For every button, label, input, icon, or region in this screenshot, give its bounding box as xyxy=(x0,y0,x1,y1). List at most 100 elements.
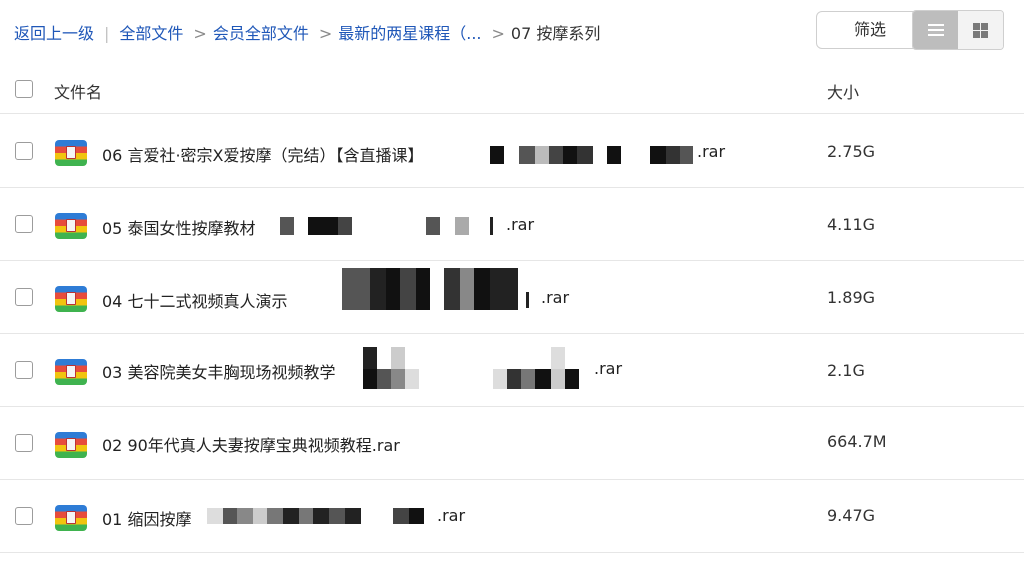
rar-archive-icon xyxy=(55,505,87,531)
file-size: 4.11G xyxy=(827,215,876,234)
redaction-block xyxy=(519,146,535,164)
table-row[interactable]: 01 缩因按摩 .rar 9.47G xyxy=(0,480,1024,553)
file-size: 9.47G xyxy=(827,506,876,525)
file-extension: .rar xyxy=(437,506,466,525)
redaction-block xyxy=(280,217,294,235)
redaction-block xyxy=(377,369,391,389)
column-header-size[interactable]: 大小 xyxy=(827,79,859,103)
redaction-block xyxy=(393,508,409,524)
redaction-block xyxy=(551,347,565,369)
redaction-block xyxy=(490,268,518,310)
list-view-button[interactable] xyxy=(913,11,958,49)
redaction-block xyxy=(535,146,549,164)
rar-archive-icon xyxy=(55,213,87,239)
breadcrumb: 返回上一级 | 全部文件 > 会员全部文件 > 最新的两星课程（... >07 按摩系列 xyxy=(14,20,600,44)
redaction-block xyxy=(535,369,551,389)
redaction-block xyxy=(455,217,469,235)
redaction-block xyxy=(345,508,361,524)
breadcrumb-current-folder: 07 按摩系列 xyxy=(510,24,601,43)
row-checkbox[interactable] xyxy=(15,434,33,452)
redaction-block xyxy=(370,268,386,310)
file-name[interactable]: 05 泰国女性按摩教材 xyxy=(102,215,255,239)
file-size: 2.75G xyxy=(827,142,876,161)
row-checkbox[interactable] xyxy=(15,361,33,379)
table-row[interactable]: 04 七十二式视频真人演示 .rar 1.89G xyxy=(0,261,1024,334)
view-toggle xyxy=(912,10,1004,50)
redaction-block xyxy=(386,268,400,310)
redaction-block xyxy=(329,508,345,524)
file-extension: .rar xyxy=(506,215,535,234)
redaction-block xyxy=(460,268,474,310)
rar-archive-icon xyxy=(55,432,87,458)
redaction-block xyxy=(563,146,577,164)
table-row[interactable]: 02 90年代真人夫妻按摩宝典视频教程.rar 664.7M xyxy=(0,407,1024,480)
redaction-block xyxy=(526,292,529,308)
redaction-block xyxy=(223,508,237,524)
table-row[interactable]: 05 泰国女性按摩教材 .rar 4.11G xyxy=(0,188,1024,261)
file-extension: .rar xyxy=(697,142,726,161)
redaction-block xyxy=(565,369,579,389)
file-size: 1.89G xyxy=(827,288,876,307)
file-name[interactable]: 04 七十二式视频真人演示 xyxy=(102,288,287,312)
redaction-block xyxy=(650,146,666,164)
breadcrumb-arrow: > xyxy=(193,24,207,43)
back-link[interactable]: 返回上一级 xyxy=(14,24,94,43)
redaction-block xyxy=(338,217,352,235)
redaction-block xyxy=(409,508,424,524)
redaction-block xyxy=(283,508,299,524)
rar-archive-icon xyxy=(55,359,87,385)
redaction-block xyxy=(342,268,370,310)
table-row[interactable]: 06 言爱社·密宗X爱按摩（完结）【含直播课】 .rar 2.75G xyxy=(0,115,1024,188)
file-name[interactable]: 02 90年代真人夫妻按摩宝典视频教程.rar xyxy=(102,432,400,456)
redaction-block xyxy=(400,268,416,310)
redaction-block xyxy=(363,369,377,389)
redaction-block xyxy=(308,217,338,235)
column-header-name[interactable]: 文件名 xyxy=(54,79,102,103)
redaction-block xyxy=(666,146,680,164)
redaction-block xyxy=(207,508,223,524)
file-extension: .rar xyxy=(594,359,623,378)
filter-button[interactable]: 筛选 xyxy=(816,11,924,49)
file-name[interactable]: 01 缩因按摩 xyxy=(102,506,191,530)
file-size: 664.7M xyxy=(827,432,887,451)
redaction-block xyxy=(490,217,493,235)
row-checkbox[interactable] xyxy=(15,288,33,306)
redaction-block xyxy=(299,508,313,524)
redaction-block xyxy=(237,508,253,524)
redaction-block xyxy=(416,268,430,310)
redaction-block xyxy=(363,347,377,369)
redaction-block xyxy=(549,146,563,164)
breadcrumb-separator: | xyxy=(104,24,110,43)
redaction-block xyxy=(493,369,507,389)
redaction-block xyxy=(474,268,490,310)
redaction-block xyxy=(680,146,693,164)
redaction-block xyxy=(521,369,535,389)
redaction-block xyxy=(577,146,593,164)
file-extension: .rar xyxy=(541,288,570,307)
top-bar: 返回上一级 | 全部文件 > 会员全部文件 > 最新的两星课程（... >07 按摩系列 筛选 xyxy=(0,0,1024,62)
row-checkbox[interactable] xyxy=(15,215,33,233)
rar-archive-icon xyxy=(55,286,87,312)
redaction-block xyxy=(607,146,621,164)
redaction-block xyxy=(507,369,521,389)
redaction-block xyxy=(267,508,283,524)
redaction-block xyxy=(405,369,419,389)
file-name[interactable]: 06 言爱社·密宗X爱按摩（完结）【含直播课】 xyxy=(102,142,424,166)
redaction-block xyxy=(444,268,460,310)
redaction-block xyxy=(253,508,267,524)
redaction-block xyxy=(391,347,405,369)
row-checkbox[interactable] xyxy=(15,142,33,160)
breadcrumb-arrow: > xyxy=(318,24,333,43)
select-all-checkbox[interactable] xyxy=(15,80,33,98)
breadcrumb-two-star-courses[interactable]: 最新的两星课程（... xyxy=(338,24,481,43)
row-checkbox[interactable] xyxy=(15,507,33,525)
list-view-icon xyxy=(927,23,944,37)
table-header: 文件名 大小 xyxy=(0,62,1024,114)
table-row[interactable]: 03 美容院美女丰胸现场视频教学 .rar 2.1G xyxy=(0,334,1024,407)
breadcrumb-all-files[interactable]: 全部文件 xyxy=(119,24,183,43)
breadcrumb-member-files[interactable]: 会员全部文件 xyxy=(213,24,309,43)
redaction-block xyxy=(551,369,565,389)
redaction-block xyxy=(313,508,329,524)
file-name[interactable]: 03 美容院美女丰胸现场视频教学 xyxy=(102,359,335,383)
grid-view-button[interactable] xyxy=(958,11,1003,49)
